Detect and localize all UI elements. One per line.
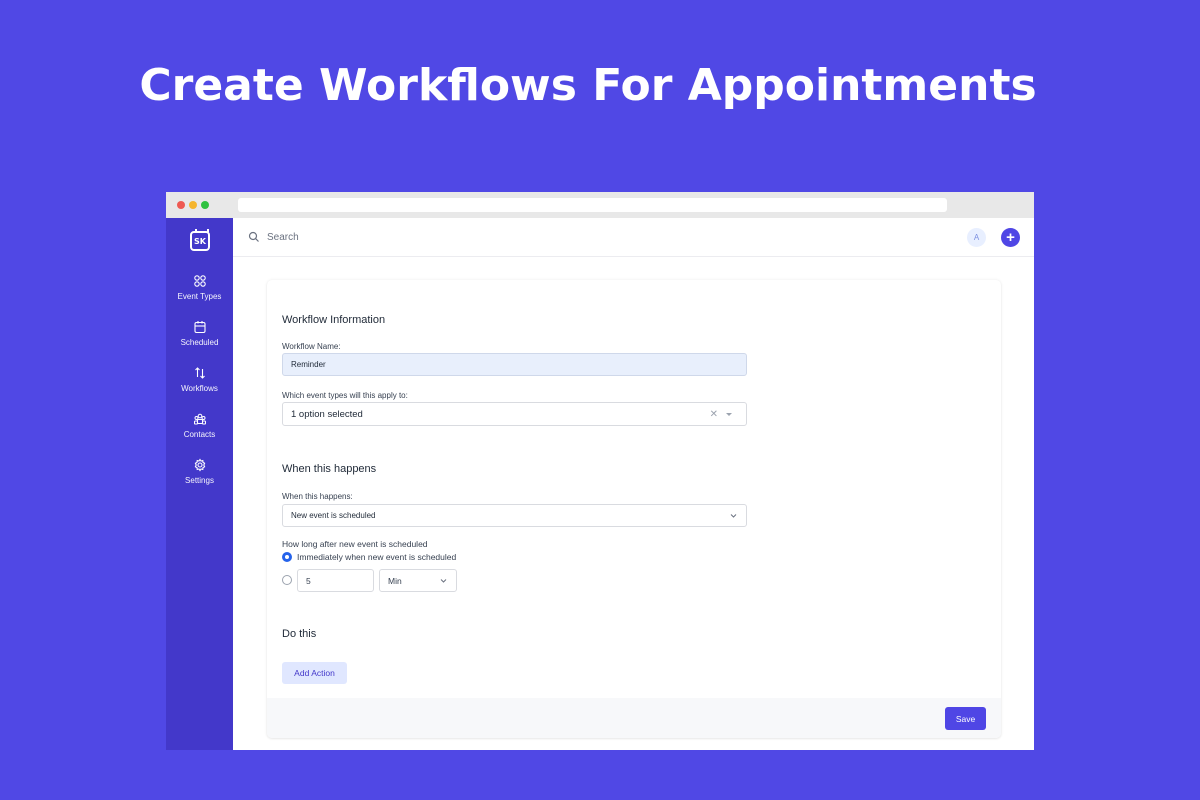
timing-option-immediate-label: Immediately when new event is scheduled xyxy=(297,552,457,562)
app: SK Event Types Scheduled Workflows Conta… xyxy=(166,218,1034,750)
sidebar-item-label: Settings xyxy=(185,476,214,485)
sidebar-item-label: Event Types xyxy=(177,292,222,301)
logo-text: SK xyxy=(194,236,206,246)
search-icon xyxy=(248,231,259,242)
section-title-when-this-happens: When this happens xyxy=(282,463,377,475)
sidebar-item-contacts[interactable]: Contacts xyxy=(166,412,233,439)
radio-delay[interactable] xyxy=(282,575,292,585)
section-title-do-this: Do this xyxy=(282,628,317,640)
avatar[interactable]: A xyxy=(967,228,986,247)
browser-chrome xyxy=(166,192,1034,218)
timing-unit-value: Min xyxy=(388,575,402,586)
workflow-name-value: Reminder xyxy=(291,360,326,369)
calendar-icon xyxy=(193,321,206,334)
sidebar-item-label: Workflows xyxy=(181,384,218,393)
radio-immediate[interactable] xyxy=(282,552,292,562)
top-bar: A + xyxy=(233,218,1034,257)
browser-window: SK Event Types Scheduled Workflows Conta… xyxy=(166,192,1034,750)
arrows-up-down-icon xyxy=(194,367,205,379)
workflow-name-label: Workflow Name: xyxy=(282,342,341,351)
trigger-value: New event is scheduled xyxy=(291,511,376,520)
sidebar-item-label: Scheduled xyxy=(180,338,219,347)
sidebar: SK Event Types Scheduled Workflows Conta… xyxy=(166,218,233,750)
add-button[interactable]: + xyxy=(1001,228,1020,247)
gear-icon xyxy=(194,458,205,472)
timing-amount-input[interactable]: 5 xyxy=(297,569,374,592)
timing-label: How long after new event is scheduled xyxy=(282,539,428,549)
section-title-workflow-information: Workflow Information xyxy=(282,314,386,326)
caret-down-icon[interactable] xyxy=(726,412,732,416)
chevron-down-icon xyxy=(440,579,447,583)
event-types-select[interactable]: 1 option selected ✕ xyxy=(282,402,747,426)
timing-amount-value: 5 xyxy=(306,575,311,586)
form-footer: Save xyxy=(267,698,1001,738)
sidebar-item-workflows[interactable]: Workflows xyxy=(166,366,233,393)
grid-icon xyxy=(193,275,206,287)
main-content: Workflow Information Workflow Name: Remi… xyxy=(233,258,1034,750)
minimize-window-dot[interactable] xyxy=(189,201,197,209)
add-action-button[interactable]: Add Action xyxy=(282,662,347,684)
event-types-label: Which event types will this apply to: xyxy=(282,391,408,400)
users-icon xyxy=(193,413,206,425)
timing-option-delay[interactable] xyxy=(282,575,297,585)
sidebar-item-event-types[interactable]: Event Types xyxy=(166,274,233,301)
workflow-form-card: Workflow Information Workflow Name: Remi… xyxy=(267,280,1001,738)
chevron-down-icon xyxy=(730,514,737,518)
search-input[interactable] xyxy=(267,228,567,246)
sidebar-item-scheduled[interactable]: Scheduled xyxy=(166,320,233,347)
sidebar-item-label: Contacts xyxy=(183,430,216,439)
timing-option-immediate[interactable]: Immediately when new event is scheduled xyxy=(282,552,456,562)
sidebar-item-settings[interactable]: Settings xyxy=(166,458,233,485)
maximize-window-dot[interactable] xyxy=(201,201,209,209)
workflow-name-input[interactable]: Reminder xyxy=(282,353,747,376)
close-window-dot[interactable] xyxy=(177,201,185,209)
trigger-select[interactable]: New event is scheduled xyxy=(282,504,747,527)
address-bar[interactable] xyxy=(238,198,947,212)
app-logo[interactable]: SK xyxy=(190,229,210,251)
timing-unit-select[interactable]: Min xyxy=(379,569,457,592)
trigger-label: When this happens: xyxy=(282,492,353,501)
save-button[interactable]: Save xyxy=(945,707,986,730)
clear-selection-icon[interactable]: ✕ xyxy=(710,409,718,420)
event-types-value: 1 option selected xyxy=(291,408,363,420)
hero-title: Create Workflows For Appointments xyxy=(139,60,1037,111)
